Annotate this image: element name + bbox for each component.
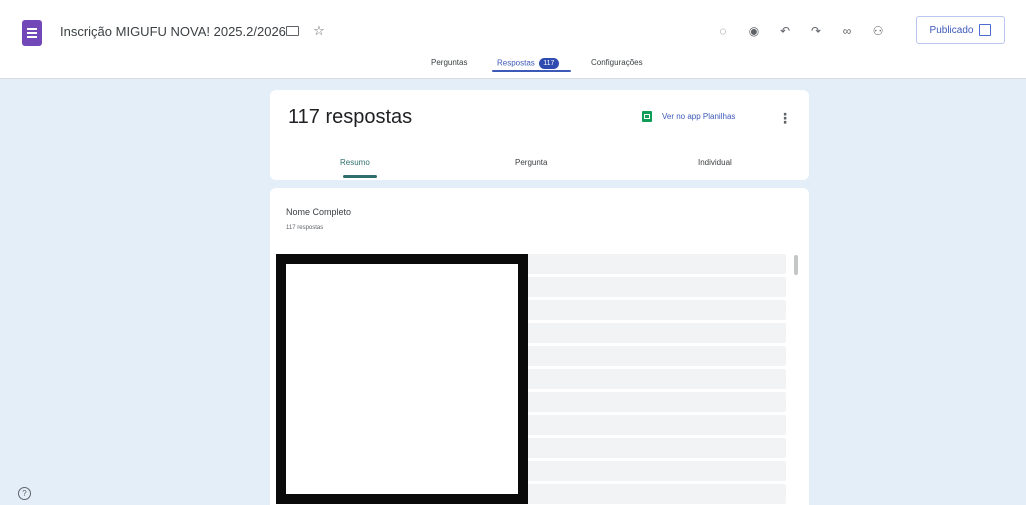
publish-settings-icon xyxy=(979,24,992,36)
subtab-pergunta[interactable]: Pergunta xyxy=(515,158,547,167)
publish-label: Publicado xyxy=(929,24,974,36)
view-in-sheets-link[interactable]: Ver no app Planilhas xyxy=(642,111,735,122)
palette-icon[interactable]: ◌ xyxy=(710,18,736,44)
help-icon[interactable]: ? xyxy=(18,487,31,500)
tab-perguntas[interactable]: Perguntas xyxy=(431,58,467,67)
redo-icon[interactable]: ↷ xyxy=(803,18,829,44)
redaction-box xyxy=(276,254,528,504)
undo-icon[interactable]: ↶ xyxy=(772,18,798,44)
answer-list-scrollbar[interactable] xyxy=(794,255,798,275)
tab-respostas-label: Respostas xyxy=(497,58,535,68)
published-button[interactable]: Publicado xyxy=(916,16,1005,44)
star-icon[interactable]: ☆ xyxy=(310,22,328,40)
document-title[interactable]: Inscrição MIGUFU NOVA! 2025.2/2026 xyxy=(60,24,286,39)
responses-count-heading: 117 respostas xyxy=(288,106,413,128)
editor-tabs: Perguntas Respostas 117 Configurações xyxy=(0,58,1026,78)
tab-perguntas-label: Perguntas xyxy=(431,58,468,67)
responses-count-badge: 117 xyxy=(538,58,559,69)
add-collaborator-icon[interactable]: ⚇ xyxy=(865,18,891,44)
tab-respostas[interactable]: Respostas 117 xyxy=(497,58,559,69)
more-options-icon[interactable]: ⋮ xyxy=(778,110,792,126)
link-icon[interactable]: ∞ xyxy=(834,18,860,44)
sheets-icon xyxy=(642,111,652,122)
folder-icon[interactable] xyxy=(283,22,301,40)
toolbar-actions: ◌ ◉ ↶ ↷ ∞ ⚇ xyxy=(705,18,891,44)
subtab-resumo[interactable]: Resumo xyxy=(340,158,370,167)
question-title: Nome Completo xyxy=(286,207,352,217)
top-bar: Inscrição MIGUFU NOVA! 2025.2/2026 ☆ ◌ ◉… xyxy=(0,0,1026,79)
tab-configuracoes-label: Configurações xyxy=(591,58,643,67)
question-response-count: 117 respostas xyxy=(286,225,324,231)
preview-eye-icon[interactable]: ◉ xyxy=(741,18,767,44)
active-subtab-indicator xyxy=(343,175,377,178)
responses-summary-card: 117 respostas Ver no app Planilhas ⋮ Res… xyxy=(270,90,809,180)
sheets-link-label: Ver no app Planilhas xyxy=(662,112,736,121)
forms-app-icon[interactable] xyxy=(22,20,42,46)
subtab-individual[interactable]: Individual xyxy=(698,158,732,167)
active-tab-indicator xyxy=(492,70,571,72)
tab-configuracoes[interactable]: Configurações xyxy=(591,58,643,67)
